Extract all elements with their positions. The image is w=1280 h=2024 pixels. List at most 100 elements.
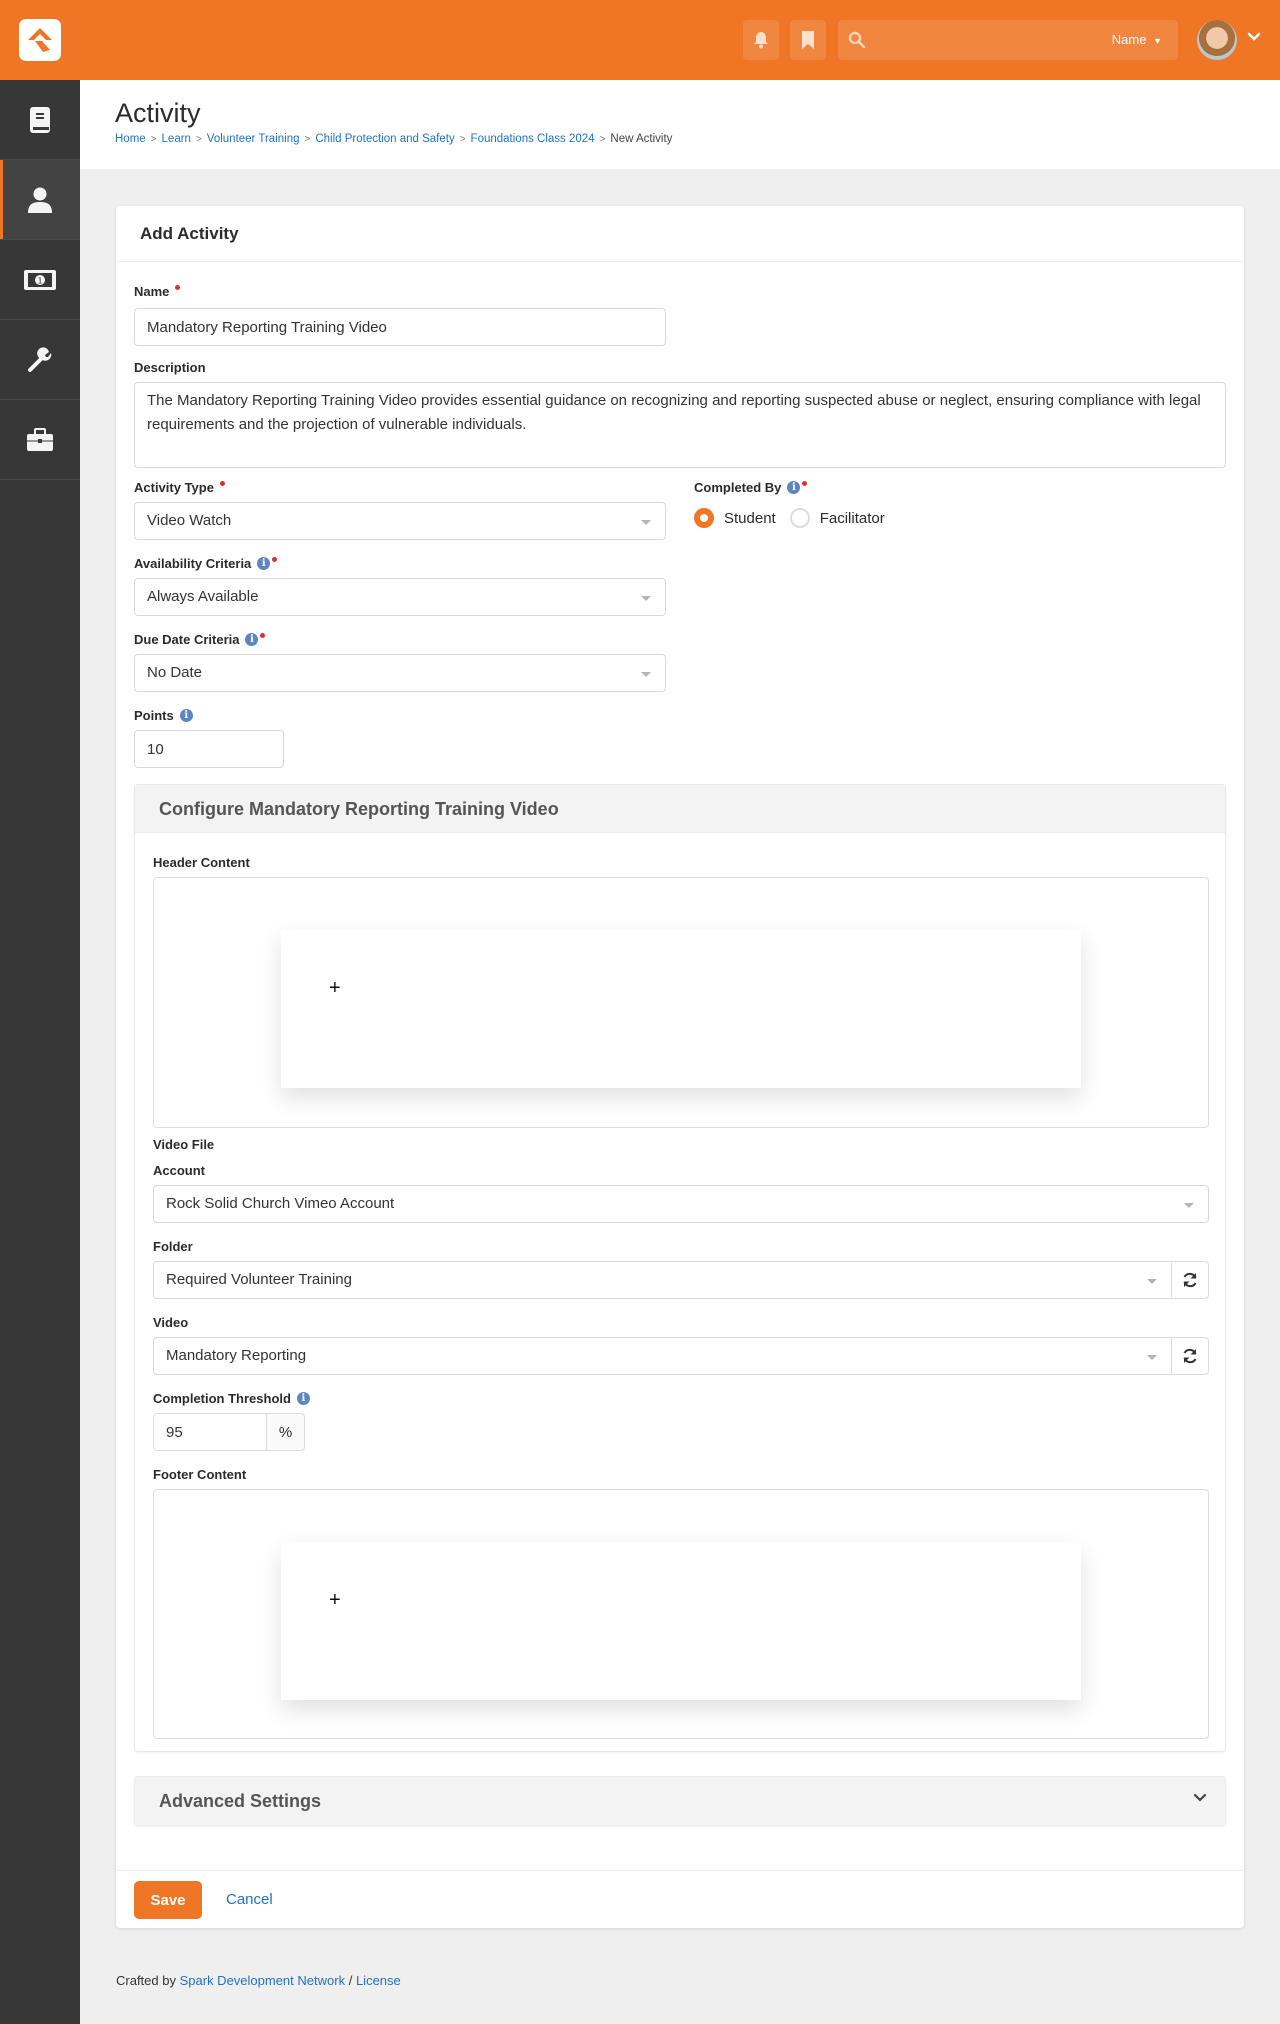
chevron-down-icon (1193, 1793, 1207, 1802)
wrench-icon (28, 346, 52, 372)
configure-panel-title: Configure Mandatory Reporting Training V… (135, 785, 1225, 833)
breadcrumb-home[interactable]: Home (115, 133, 146, 145)
breadcrumb-foundations-class[interactable]: Foundations Class 2024 (471, 133, 595, 145)
radio-facilitator-label: Facilitator (819, 509, 885, 527)
availability-label: Availability Criteria i (134, 556, 278, 571)
name-input[interactable] (134, 308, 666, 346)
rock-logo[interactable] (19, 19, 61, 61)
points-label: Points i (134, 708, 193, 723)
info-icon[interactable]: i (179, 709, 193, 722)
book-icon (30, 106, 50, 133)
footer-prefix: Crafted by (116, 1973, 176, 1988)
required-indicator (272, 557, 278, 562)
completed-by-label-text: Completed By (694, 480, 782, 495)
video-input-group: Mandatory Reporting (153, 1337, 1209, 1375)
form-actions: Save Cancel (116, 1870, 1244, 1928)
briefcase-icon (27, 427, 53, 451)
video-refresh-button[interactable] (1171, 1337, 1209, 1375)
due-date-label-text: Due Date Criteria (134, 632, 240, 647)
description-textarea[interactable]: The Mandatory Reporting Training Video p… (134, 382, 1226, 468)
sidebar-item-tools[interactable] (0, 320, 80, 400)
top-navbar: Name ▼ (0, 0, 1280, 80)
search-box: Name ▼ (838, 20, 1178, 60)
activity-type-label: Activity Type (134, 480, 225, 495)
license-link[interactable]: License (356, 1973, 401, 1988)
radio-selected-icon (694, 508, 714, 528)
search-scope-label: Name (1111, 32, 1147, 47)
sidebar-item-people[interactable] (0, 160, 80, 240)
search-scope-dropdown[interactable]: Name ▼ (1112, 32, 1162, 47)
video-value: Mandatory Reporting (166, 1347, 307, 1364)
folder-input-group: Required Volunteer Training (153, 1261, 1209, 1299)
threshold-input[interactable] (154, 1414, 266, 1450)
name-label: Name (134, 284, 181, 299)
due-date-select[interactable]: No Date (134, 654, 666, 692)
bookmarks-button[interactable] (790, 20, 826, 60)
info-icon[interactable]: i (787, 481, 801, 494)
breadcrumb-separator: > (459, 133, 466, 145)
add-block-icon[interactable]: + (329, 1590, 341, 1610)
money-icon: 1 (24, 269, 56, 290)
configure-panel: Configure Mandatory Reporting Training V… (134, 784, 1226, 1752)
refresh-icon (1183, 1348, 1197, 1364)
breadcrumb-separator: > (304, 133, 311, 145)
video-file-label: Video File (153, 1137, 215, 1152)
video-select[interactable]: Mandatory Reporting (153, 1337, 1172, 1375)
footer-content-label: Footer Content (153, 1467, 247, 1482)
availability-value: Always Available (147, 588, 259, 605)
breadcrumb-learn[interactable]: Learn (162, 133, 191, 145)
advanced-settings-panel[interactable]: Advanced Settings (134, 1776, 1226, 1826)
completed-by-label: Completed By i (694, 480, 808, 495)
chevron-down-icon[interactable] (1247, 32, 1261, 42)
svg-text:1: 1 (37, 276, 42, 285)
info-icon[interactable]: i (296, 1392, 310, 1405)
points-input[interactable] (134, 730, 284, 768)
add-activity-card: Add Activity Name Description The Mandat… (116, 206, 1244, 1928)
info-icon[interactable]: i (245, 633, 259, 646)
radio-student[interactable]: Student (694, 508, 776, 528)
availability-select[interactable]: Always Available (134, 578, 666, 616)
folder-select[interactable]: Required Volunteer Training (153, 1261, 1172, 1299)
footer-separator: / (348, 1973, 353, 1988)
page-title: Activity (115, 98, 201, 128)
header-content-block: + (281, 930, 1081, 1088)
completed-by-radio-group: Student Facilitator (694, 508, 899, 528)
breadcrumb-child-protection[interactable]: Child Protection and Safety (315, 133, 454, 145)
save-button[interactable]: Save (134, 1881, 202, 1919)
breadcrumb-current: New Activity (610, 133, 673, 145)
points-label-text: Points (134, 708, 174, 723)
refresh-icon (1183, 1272, 1197, 1288)
name-label-text: Name (134, 284, 170, 299)
footer-content-block: + (281, 1542, 1081, 1700)
sidebar-item-content[interactable] (0, 80, 80, 160)
radio-facilitator[interactable]: Facilitator (789, 508, 885, 528)
person-icon (28, 187, 52, 213)
account-select[interactable]: Rock Solid Church Vimeo Account (153, 1185, 1209, 1223)
percent-addon: % (266, 1414, 304, 1450)
folder-refresh-button[interactable] (1171, 1261, 1209, 1299)
account-value: Rock Solid Church Vimeo Account (166, 1195, 395, 1212)
breadcrumb-separator: > (195, 133, 202, 145)
breadcrumb-separator: > (150, 133, 157, 145)
sidebar-item-admin[interactable] (0, 400, 80, 480)
due-date-label: Due Date Criteria i (134, 632, 266, 647)
page-header: Activity Home > Learn > Volunteer Traini… (80, 80, 1280, 169)
add-block-icon[interactable]: + (329, 978, 341, 998)
bell-icon (754, 32, 768, 49)
sidebar-item-finance[interactable]: 1 (0, 240, 80, 320)
caret-down-icon: ▼ (1153, 36, 1162, 46)
search-input[interactable] (874, 28, 1074, 52)
breadcrumb-separator: > (599, 133, 606, 145)
footer-content-editor[interactable]: + (153, 1489, 1209, 1739)
header-content-editor[interactable]: + (153, 877, 1209, 1128)
notifications-button[interactable] (743, 20, 779, 60)
search-icon (848, 31, 866, 49)
info-icon[interactable]: i (257, 557, 271, 570)
breadcrumb-volunteer-training[interactable]: Volunteer Training (207, 133, 300, 145)
spark-link[interactable]: Spark Development Network (180, 1973, 345, 1988)
breadcrumb: Home > Learn > Volunteer Training > Chil… (115, 133, 672, 145)
activity-type-select[interactable]: Video Watch (134, 502, 666, 540)
required-indicator (175, 285, 181, 290)
user-avatar[interactable] (1197, 20, 1237, 60)
cancel-button[interactable]: Cancel (226, 1891, 273, 1908)
